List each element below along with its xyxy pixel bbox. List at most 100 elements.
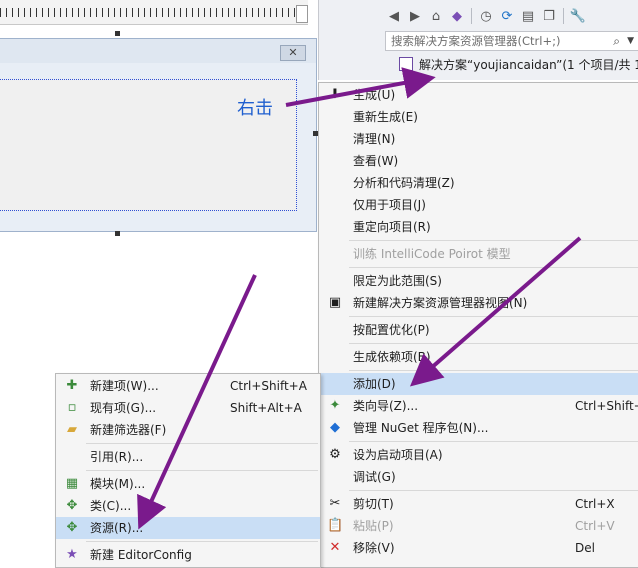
ruler-end-box: [296, 5, 308, 23]
context-menu-item-14[interactable]: 按配置优化(P): [319, 319, 638, 341]
context-menu-item-16[interactable]: 生成依赖项(B): [319, 346, 638, 368]
menu-item-label: 设为启动项目(A): [353, 448, 443, 462]
menu-separator: [349, 316, 638, 317]
menu-item-label: 引用(R)...: [90, 450, 144, 464]
context-menu-item-25[interactable]: ✂ 剪切(T) Ctrl+X: [319, 493, 638, 515]
context-menu-item-20[interactable]: ◆ 管理 NuGet 程序包(N)...: [319, 417, 638, 439]
resize-handle-top[interactable]: [115, 31, 120, 36]
remove-icon: ✕: [329, 540, 341, 555]
build-icon: ⬇: [329, 87, 341, 102]
context-menu-item-23[interactable]: 调试(G): [319, 466, 638, 488]
context-menu-item-3[interactable]: 清理(N): [319, 128, 638, 150]
solution-explorer-search[interactable]: 搜索解决方案资源管理器(Ctrl+;) ⌕ ▼: [385, 31, 638, 51]
chevron-down-icon[interactable]: ▼: [627, 32, 634, 50]
class-icon: ✥: [66, 498, 78, 513]
vs-icon[interactable]: ◆: [448, 7, 466, 25]
menu-separator: [349, 490, 638, 491]
wrench-icon[interactable]: 🔧: [569, 7, 587, 25]
menu-item-label: 调试(G): [353, 470, 396, 484]
new-item-icon: ✚: [66, 378, 78, 393]
add-submenu-item-5[interactable]: 引用(R)...: [56, 446, 320, 468]
menu-item-label: 重新生成(E): [353, 110, 418, 124]
context-menu-item-5[interactable]: 分析和代码清理(Z): [319, 172, 638, 194]
menu-item-label: 生成依赖项(B): [353, 350, 431, 364]
context-menu-item-11[interactable]: 限定为此范围(S): [319, 270, 638, 292]
context-menu-item-19[interactable]: ✦ 类向导(Z)... Ctrl+Shift+: [319, 395, 638, 417]
menu-item-label: 按配置优化(P): [353, 323, 430, 337]
menu-item-shortcut: Ctrl+X: [575, 497, 615, 511]
solution-icon: [399, 57, 413, 71]
context-menu-item-6[interactable]: 仅用于项目(J): [319, 194, 638, 216]
solution-tree-item[interactable]: 解决方案“youjiancaidan”(1 个项目/共 1: [385, 55, 638, 75]
menu-item-shortcut: Ctrl+Shift+A: [230, 379, 307, 393]
menu-item-label: 剪切(T): [353, 497, 394, 511]
context-menu-item-12[interactable]: ▣ 新建解决方案资源管理器视图(N): [319, 292, 638, 314]
back-icon[interactable]: ◀: [385, 7, 403, 25]
add-submenu-item-1[interactable]: ✚ 新建项(W)... Ctrl+Shift+A: [56, 375, 320, 397]
history-icon[interactable]: ◷: [477, 7, 495, 25]
context-menu-item-7[interactable]: 重定向项目(R): [319, 216, 638, 238]
add-submenu-item-2[interactable]: ▫ 现有项(G)... Shift+Alt+A: [56, 397, 320, 419]
menu-item-label: 新建筛选器(F): [90, 423, 167, 437]
add-submenu-item-7[interactable]: ▦ 模块(M)...: [56, 473, 320, 495]
menu-item-shortcut: Ctrl+Shift+: [575, 399, 638, 413]
context-menu-item-4[interactable]: 查看(W): [319, 150, 638, 172]
menu-separator: [86, 443, 318, 444]
menu-item-label: 重定向项目(R): [353, 220, 431, 234]
copy-icon[interactable]: ❐: [540, 7, 558, 25]
menu-item-label: 查看(W): [353, 154, 399, 168]
search-placeholder: 搜索解决方案资源管理器(Ctrl+;): [391, 34, 561, 48]
context-menu-item-18[interactable]: 添加(D): [319, 373, 638, 395]
menu-separator: [86, 541, 318, 542]
context-menu-item-27[interactable]: ✕ 移除(V) Del: [319, 537, 638, 559]
editorconfig-icon: ★: [66, 547, 78, 562]
menu-item-label: 模块(M)...: [90, 477, 146, 491]
module-icon: ▦: [65, 476, 79, 491]
home-icon[interactable]: ⌂: [427, 7, 445, 25]
cut-icon: ✂: [329, 496, 341, 511]
context-menu-item-2[interactable]: 重新生成(E): [319, 106, 638, 128]
menu-separator: [349, 370, 638, 371]
close-icon[interactable]: ✕: [280, 45, 306, 61]
menu-item-label: 分析和代码清理(Z): [353, 176, 455, 190]
menu-item-label: 现有项(G)...: [90, 401, 157, 415]
menu-item-shortcut: Ctrl+V: [575, 519, 615, 533]
context-menu-item-22[interactable]: ⚙ 设为启动项目(A): [319, 444, 638, 466]
add-submenu: ✚ 新建项(W)... Ctrl+Shift+A ▫ 现有项(G)... Shift+Al…: [55, 373, 321, 568]
add-submenu-item-9[interactable]: ✥ 资源(R)...: [56, 517, 320, 539]
menu-item-label: 新建项(W)...: [90, 379, 159, 393]
sync-icon[interactable]: ⟳: [498, 7, 516, 25]
context-menu-item-1[interactable]: ⬇ 生成(U): [319, 84, 638, 106]
forward-icon[interactable]: ▶: [406, 7, 424, 25]
resize-handle-bottom[interactable]: [115, 231, 120, 236]
add-submenu-item-3[interactable]: ▰ 新建筛选器(F): [56, 419, 320, 441]
menu-separator: [86, 470, 318, 471]
existing-item-icon: ▫: [67, 400, 77, 415]
annotation-right-click: 右击: [237, 98, 273, 119]
menu-item-label: 移除(V): [353, 541, 395, 555]
ruler-ticks: [0, 8, 300, 17]
menu-item-label: 资源(R)...: [90, 521, 144, 535]
context-menu-item-26: 📋 粘贴(P) Ctrl+V: [319, 515, 638, 537]
menu-item-label: 仅用于项目(J): [353, 198, 426, 212]
menu-item-label: 清理(N): [353, 132, 396, 146]
solution-label: 解决方案“youjiancaidan”(1 个项目/共 1: [419, 58, 638, 72]
menu-item-label: 管理 NuGet 程序包(N)...: [353, 421, 489, 435]
search-icon[interactable]: ⌕: [613, 32, 620, 50]
collapse-icon[interactable]: ▤: [519, 7, 537, 25]
menu-item-label: 类(C)...: [90, 499, 132, 513]
form-preview[interactable]: ✕: [0, 38, 317, 232]
menu-item-label: 类向导(Z)...: [353, 399, 419, 413]
context-menu-item-9: 训练 IntelliCode Poirot 模型: [319, 243, 638, 265]
menu-separator: [349, 343, 638, 344]
paste-icon: 📋: [327, 518, 344, 533]
form-titlebar: ✕: [0, 39, 316, 63]
menu-item-shortcut: Del: [575, 541, 595, 555]
add-submenu-item-8[interactable]: ✥ 类(C)...: [56, 495, 320, 517]
new-view-icon: ▣: [328, 295, 342, 310]
menu-separator: [349, 240, 638, 241]
menu-item-label: 生成(U): [353, 88, 396, 102]
add-submenu-item-11[interactable]: ★ 新建 EditorConfig: [56, 544, 320, 566]
menu-separator: [349, 441, 638, 442]
resource-icon: ✥: [66, 520, 78, 535]
